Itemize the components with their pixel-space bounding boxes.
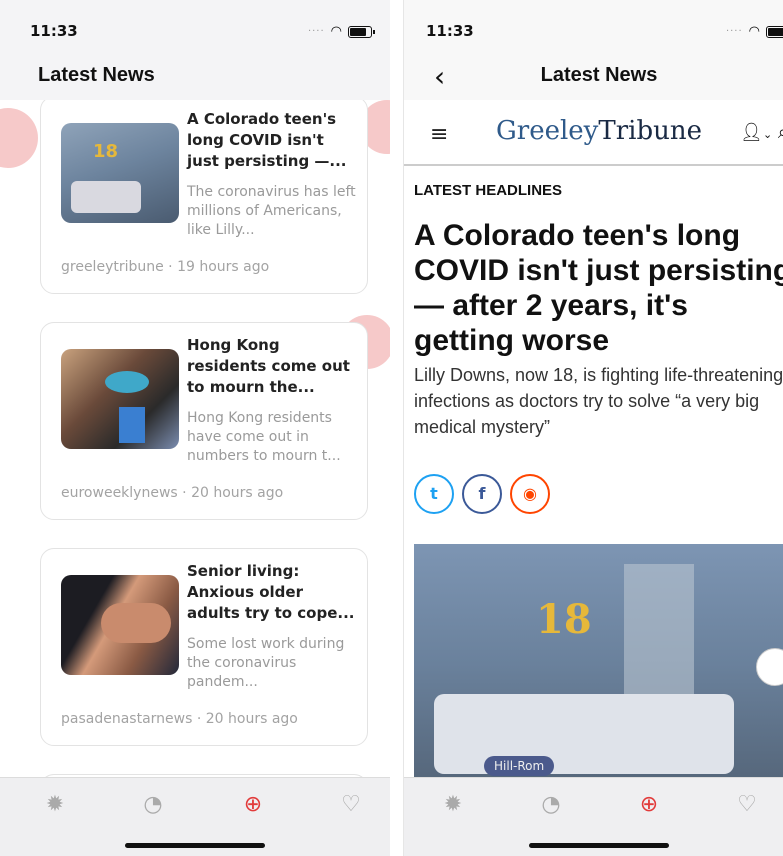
pie-chart-icon: ◔	[143, 792, 163, 817]
tab-bar: ✹ ◔ ⊕ ♡	[404, 777, 783, 856]
news-card-meta: euroweeklynews · 20 hours ago	[61, 485, 284, 501]
hamburger-menu-icon[interactable]: ≡	[430, 122, 448, 147]
facebook-icon: f	[478, 484, 486, 503]
tab-bar: ✹ ◔ ⊕ ♡	[0, 777, 390, 856]
heart-pulse-icon: ♡	[341, 792, 361, 817]
battery-icon	[766, 25, 783, 38]
article-screen: 11:33 ···· ◠ ‹ Latest News ≡ GreeleyTrib…	[403, 0, 783, 856]
status-bar: 11:33 ···· ◠	[0, 0, 390, 50]
hospital-bed-shape	[434, 694, 734, 774]
signal-icon: ····	[725, 26, 743, 37]
article-hero-image: 18 Hill-Rom	[414, 544, 783, 778]
wifi-icon: ◠	[330, 24, 342, 39]
article-subheading: Lilly Downs, now 18, is fighting life-th…	[414, 365, 783, 437]
user-account-icon[interactable]: 👤︎	[740, 122, 763, 143]
home-indicator	[125, 843, 265, 848]
tab-news[interactable]: ⊕	[238, 790, 268, 820]
virus-icon: ✹	[443, 792, 463, 817]
news-thumbnail: 18	[61, 123, 179, 223]
battery-icon	[348, 25, 375, 38]
search-icon[interactable]: ⌕	[778, 122, 783, 143]
news-card[interactable]: Senior living: Anxious older adults try …	[40, 548, 368, 746]
news-card-description: Some lost work during the coronavirus pa…	[187, 636, 345, 690]
news-card[interactable]: 18 A Colorado teen's long COVID isn't ju…	[40, 100, 368, 294]
poster-shape	[119, 407, 145, 443]
umbrella-shape	[105, 371, 149, 393]
tab-health[interactable]: ♡	[732, 790, 762, 820]
reddit-icon: ◉	[523, 484, 537, 503]
article-headline: A Colorado teen's long COVID isn't just …	[414, 219, 783, 357]
news-card-title: Hong Kong residents come out to mourn th…	[187, 336, 350, 396]
page-title: Latest News	[38, 64, 155, 86]
status-time: 11:33	[30, 22, 78, 40]
site-header: ≡ GreeleyTribune 👤︎⌄ ⌕	[404, 100, 783, 166]
news-card-description: Hong Kong residents have come out in num…	[187, 410, 341, 464]
news-list-screen: 11:33 ···· ◠ Latest News 18 A Colorado t…	[0, 0, 390, 856]
hands-shape	[101, 603, 171, 643]
balloon-number: 18	[536, 596, 592, 643]
wifi-icon: ◠	[748, 24, 760, 39]
tab-health[interactable]: ♡	[336, 790, 366, 820]
twitter-share-button[interactable]: t	[414, 474, 454, 514]
heart-pulse-icon: ♡	[737, 792, 757, 817]
site-logo[interactable]: GreeleyTribune	[496, 116, 702, 146]
article-body[interactable]: LATEST HEADLINES A Colorado teen's long …	[404, 166, 783, 778]
page-title: Latest News	[540, 64, 658, 86]
news-card[interactable]: Hong Kong residents come out to mourn th…	[40, 322, 368, 520]
pie-chart-icon: ◔	[541, 792, 561, 817]
news-card-title: A Colorado teen's long COVID isn't just …	[187, 110, 347, 170]
article-kicker: LATEST HEADLINES	[414, 182, 563, 199]
tab-virus[interactable]: ✹	[438, 790, 468, 820]
news-card-meta: greeleytribune · 19 hours ago	[61, 259, 270, 275]
twitter-icon: t	[430, 484, 438, 503]
news-card-description: The coronavirus has left millions of Ame…	[187, 184, 356, 238]
facebook-share-button[interactable]: f	[462, 474, 502, 514]
virus-icon: ✹	[45, 792, 65, 817]
virus-decoration-icon	[0, 108, 38, 168]
cookie-settings-icon[interactable]	[756, 648, 783, 686]
tab-statistics[interactable]: ◔	[138, 790, 168, 820]
news-thumbnail	[61, 575, 179, 675]
status-bar: 11:33 ···· ◠	[404, 0, 783, 50]
signal-icon: ····	[307, 26, 325, 37]
chevron-down-icon: ⌄	[762, 128, 773, 141]
news-card-title: Senior living: Anxious older adults try …	[187, 562, 355, 622]
tab-statistics[interactable]: ◔	[536, 790, 566, 820]
news-card-meta: pasadenastarnews · 20 hours ago	[61, 711, 298, 727]
tab-virus[interactable]: ✹	[40, 790, 70, 820]
bed-label: Hill-Rom	[484, 756, 555, 776]
news-feed[interactable]: 18 A Colorado teen's long COVID isn't ju…	[0, 100, 390, 778]
status-time: 11:33	[426, 22, 474, 40]
news-thumbnail	[61, 349, 179, 449]
home-indicator	[529, 843, 669, 848]
reddit-share-button[interactable]: ◉	[510, 474, 550, 514]
globe-icon: ⊕	[243, 792, 263, 817]
globe-icon: ⊕	[639, 792, 659, 817]
tab-news[interactable]: ⊕	[634, 790, 664, 820]
balloon-number: 18	[93, 141, 119, 162]
bed-shape	[71, 181, 141, 213]
